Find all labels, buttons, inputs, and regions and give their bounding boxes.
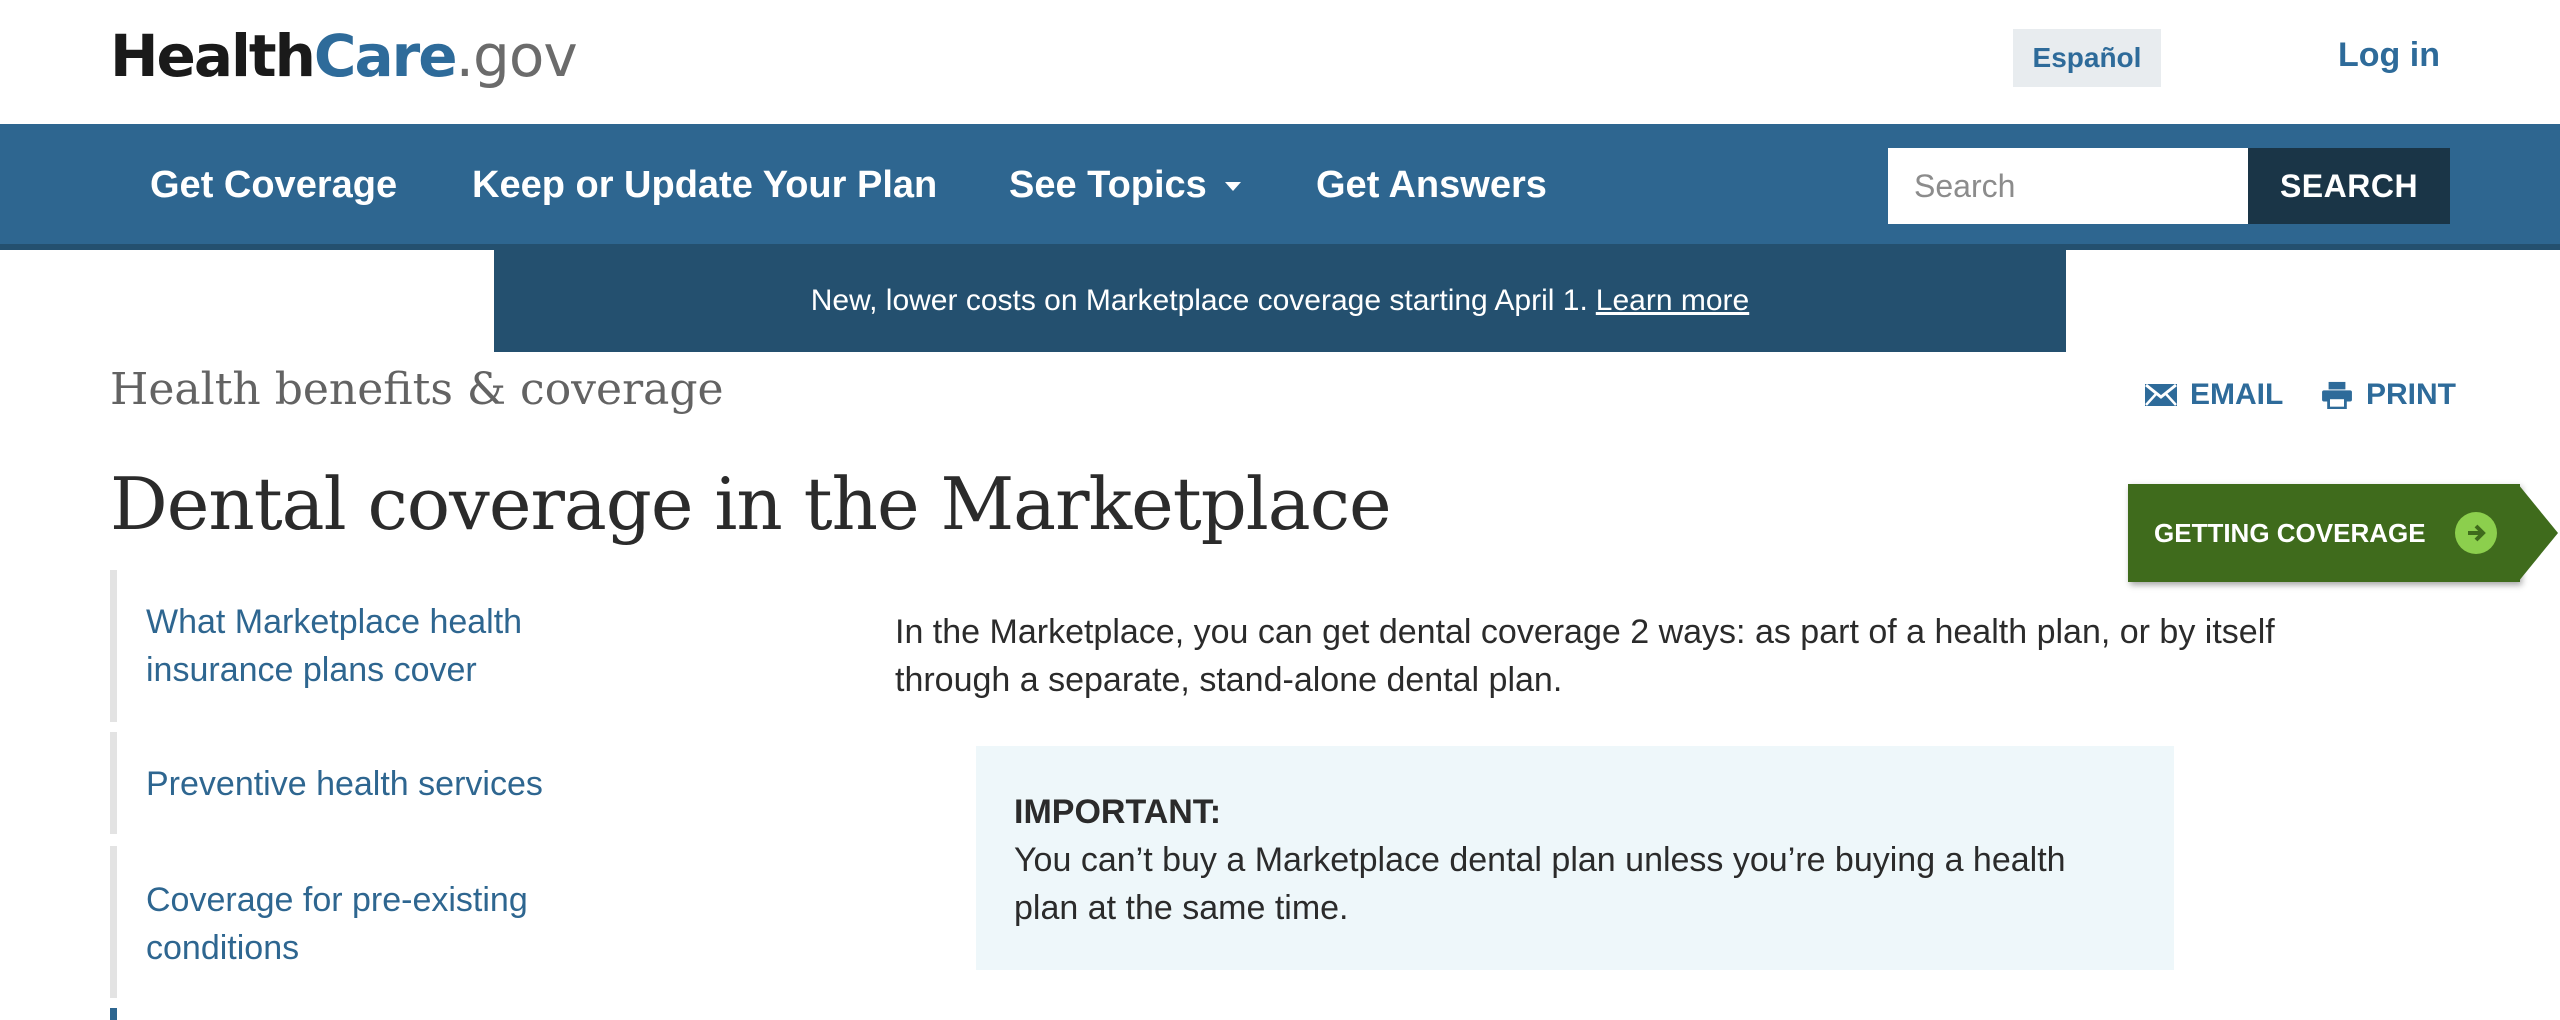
close-icon[interactable]: ✕ <box>2486 278 2523 329</box>
healthcare-gov-logo[interactable]: Health Care .gov <box>110 22 578 92</box>
sidebar-item-plans-cover[interactable]: What Marketplace health insurance plans … <box>110 570 630 722</box>
nav-item-label: Get Answers <box>1316 164 1547 206</box>
login-link[interactable]: Log in <box>2338 36 2440 75</box>
announcement-banner: New, lower costs on Marketplace coverage… <box>494 250 2523 352</box>
email-icon <box>2145 383 2177 406</box>
sidebar-item-active-indicator <box>110 1008 630 1020</box>
logo-part-care: Care <box>313 22 458 90</box>
main-navigation: Get Coverage Keep or Update Your Plan Se… <box>0 124 2560 250</box>
sidebar-item-label: Preventive health services <box>146 765 543 803</box>
email-button[interactable]: EMAIL <box>2144 378 2283 412</box>
logo-part-health: Health <box>110 22 316 90</box>
search-button[interactable]: SEARCH <box>2248 148 2450 224</box>
nav-item-label: Get Coverage <box>150 164 398 206</box>
print-button[interactable]: PRINT <box>2320 378 2456 412</box>
logo-part-gov: .gov <box>455 22 578 90</box>
email-label: EMAIL <box>2190 378 2284 411</box>
important-callout: IMPORTANT: You can’t buy a Marketplace d… <box>976 746 2174 970</box>
sidebar-item-preventive-services[interactable]: Preventive health services <box>110 732 630 834</box>
callout-body: You can’t buy a Marketplace dental plan … <box>1014 841 2066 927</box>
print-icon <box>2322 381 2352 409</box>
learn-more-link[interactable]: Learn more <box>1596 284 1749 318</box>
nav-item-label: Keep or Update Your Plan <box>472 164 938 206</box>
search-input[interactable] <box>1888 148 2248 224</box>
nav-item-label: See Topics <box>1009 164 1207 206</box>
callout-heading: IMPORTANT: <box>1014 793 1222 831</box>
sidebar-item-label: Coverage for pre-existing conditions <box>146 881 528 967</box>
nav-item-see-topics[interactable]: See Topics <box>1009 164 1241 207</box>
sidebar-item-pre-existing-conditions[interactable]: Coverage for pre-existing conditions <box>110 846 630 998</box>
espanol-language-button[interactable]: Español <box>2013 29 2161 87</box>
sidebar-item-label: What Marketplace health insurance plans … <box>146 603 523 689</box>
getting-coverage-arrow-shape <box>2518 484 2558 582</box>
page-category: Health benefits & coverage <box>110 364 724 415</box>
nav-item-get-answers[interactable]: Get Answers <box>1316 164 1547 207</box>
arrow-right-icon <box>2455 512 2497 554</box>
nav-item-get-coverage[interactable]: Get Coverage <box>150 164 397 207</box>
site-header: Health Care .gov Español Log in <box>0 0 2560 124</box>
page-title: Dental coverage in the Marketplace <box>110 462 1392 546</box>
announcement-text: New, lower costs on Marketplace coverage… <box>810 284 1588 317</box>
chevron-down-icon <box>1224 182 1241 192</box>
intro-paragraph: In the Marketplace, you can get dental c… <box>895 613 2275 699</box>
getting-coverage-label: GETTING COVERAGE <box>2154 517 2426 548</box>
nav-item-keep-or-update-plan[interactable]: Keep or Update Your Plan <box>472 164 937 207</box>
print-label: PRINT <box>2366 378 2456 411</box>
